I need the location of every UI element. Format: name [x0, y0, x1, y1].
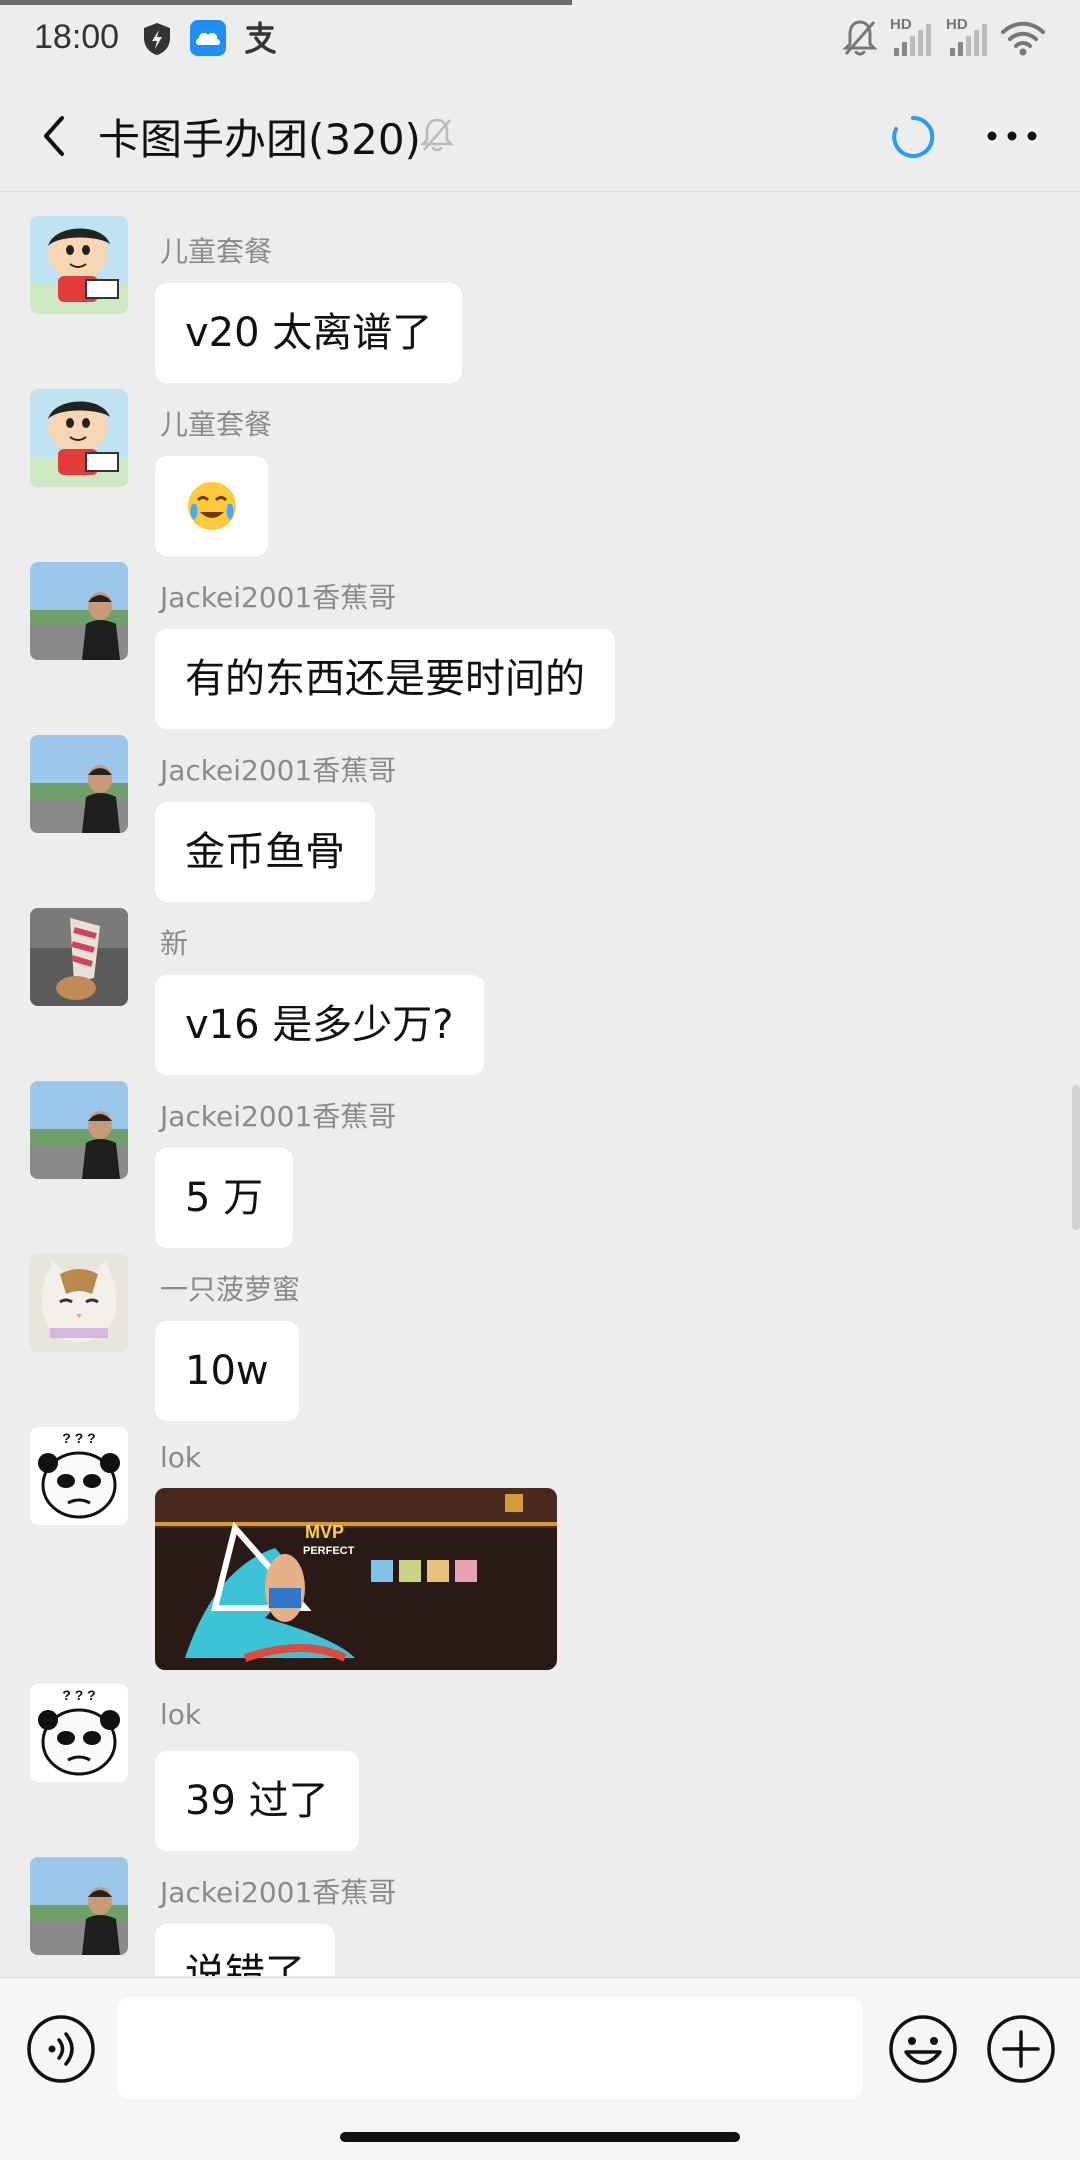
top-progress-line: [0, 0, 572, 5]
status-time: 18:00: [34, 18, 120, 56]
avatar-panda-meme[interactable]: ? ? ?: [30, 1684, 128, 1782]
sender-name: lok: [160, 1441, 202, 1474]
home-indicator[interactable]: [340, 2132, 740, 2142]
sender-name: lok: [160, 1698, 202, 1731]
sender-name: Jackei2001香蕉哥: [160, 1876, 397, 1909]
panda-caption: ? ? ?: [62, 1430, 95, 1446]
notification-off-icon: [842, 20, 878, 56]
message-bubble[interactable]: 说错了: [155, 1924, 335, 1976]
signal-icon-2: [950, 24, 987, 56]
scrollbar-thumb[interactable]: [1072, 1085, 1080, 1230]
status-bar: 18:00 HD HD: [0, 0, 1080, 80]
sender-name: Jackei2001香蕉哥: [160, 754, 397, 787]
image-perfect-text: PERFECT: [303, 1545, 355, 1557]
loading-spinner-icon: [892, 115, 935, 158]
crying-emoji-icon: [187, 482, 236, 530]
avatar-man-outdoor[interactable]: [30, 735, 128, 833]
sender-name: 新: [160, 927, 189, 960]
message-bubble[interactable]: [155, 456, 268, 556]
avatar-man-outdoor[interactable]: [30, 562, 128, 660]
back-arrow-icon[interactable]: [28, 106, 88, 166]
avatar-cartoon-boy[interactable]: [30, 389, 128, 487]
sender-name: 一只菠萝蜜: [160, 1273, 301, 1306]
message-bubble[interactable]: v16 是多少万?: [155, 975, 484, 1075]
image-message[interactable]: MVP PERFECT: [155, 1488, 557, 1670]
chat-title: 卡图手办团(320): [98, 115, 421, 164]
chat-header: 卡图手办团(320): [0, 80, 1080, 192]
wifi-icon: [1001, 21, 1045, 56]
image-mvp-text: MVP: [305, 1522, 344, 1542]
message-input[interactable]: [118, 1998, 863, 2098]
sender-name: Jackei2001香蕉哥: [160, 581, 397, 614]
avatar-cartoon-boy[interactable]: [30, 216, 128, 314]
muted-bell-icon: [420, 118, 454, 152]
signal-icon-1: [894, 24, 931, 56]
avatar-cat[interactable]: [30, 1254, 128, 1352]
shield-icon: [144, 23, 170, 55]
sender-name: 儿童套餐: [160, 408, 273, 441]
message-bubble[interactable]: 有的东西还是要时间的: [155, 629, 615, 729]
plus-icon[interactable]: [986, 2014, 1056, 2084]
avatar-man-outdoor[interactable]: [30, 1081, 128, 1179]
alipay-icon: [245, 21, 276, 54]
message-list[interactable]: 儿童套餐 v20 太离谱了 儿童套餐 Jackei2001香蕉哥 有的东西还是要…: [0, 193, 1080, 1976]
message-bubble[interactable]: 10w: [155, 1321, 299, 1421]
more-options-icon[interactable]: [980, 112, 1044, 160]
message-bubble[interactable]: 金币鱼骨: [155, 802, 375, 902]
message-bubble[interactable]: 5 万: [155, 1148, 294, 1248]
message-bubble[interactable]: v20 太离谱了: [155, 283, 463, 383]
emoji-icon[interactable]: [888, 2014, 958, 2084]
cloud-app-icon: [190, 20, 226, 56]
sender-name: 儿童套餐: [160, 235, 273, 268]
sender-name: Jackei2001香蕉哥: [160, 1100, 397, 1133]
message-bubble[interactable]: 39 过了: [155, 1751, 359, 1851]
avatar-panda-meme[interactable]: ? ? ?: [30, 1427, 128, 1525]
voice-input-icon[interactable]: [26, 2014, 96, 2084]
panda-caption: ? ? ?: [62, 1687, 95, 1703]
avatar-man-outdoor[interactable]: [30, 1857, 128, 1955]
avatar-figure-photo[interactable]: [30, 908, 128, 1006]
